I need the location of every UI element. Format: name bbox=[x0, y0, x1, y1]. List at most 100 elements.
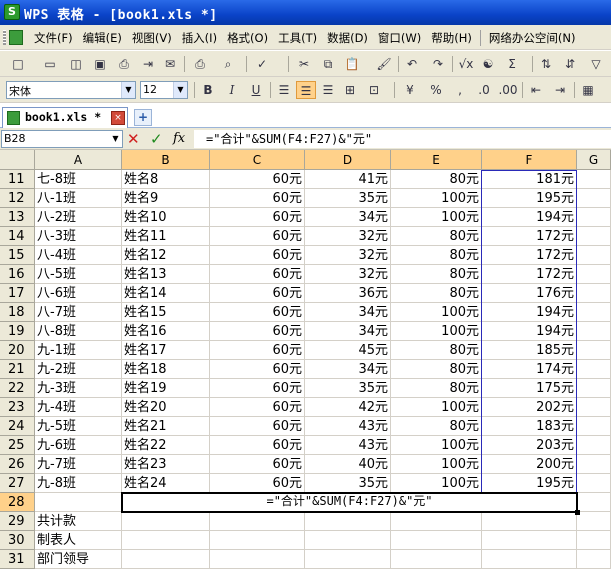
row-header[interactable]: 24 bbox=[0, 417, 35, 436]
menu-item[interactable]: 编辑(E) bbox=[78, 30, 127, 46]
menu-item[interactable]: 帮助(H) bbox=[426, 30, 477, 46]
table-cell[interactable] bbox=[482, 512, 577, 531]
table-cell[interactable]: 194元 bbox=[482, 208, 577, 227]
insert-function-icon[interactable]: √x bbox=[456, 55, 476, 73]
table-cell[interactable] bbox=[391, 512, 482, 531]
table-cell[interactable]: 姓名19 bbox=[122, 379, 210, 398]
table-cell[interactable]: 共计款 bbox=[35, 512, 122, 531]
table-cell[interactable] bbox=[577, 493, 611, 512]
table-cell[interactable]: 姓名13 bbox=[122, 265, 210, 284]
print-icon[interactable]: ⎙ bbox=[114, 55, 134, 73]
export-pdf-icon[interactable]: ⇥ bbox=[138, 55, 158, 73]
table-cell[interactable] bbox=[577, 531, 611, 550]
table-cell[interactable]: 姓名18 bbox=[122, 360, 210, 379]
new-document-icon[interactable]: □ bbox=[8, 55, 28, 73]
sort-ascending-icon[interactable]: ⇅ bbox=[536, 55, 556, 73]
table-cell[interactable] bbox=[210, 550, 305, 569]
table-cell[interactable]: 姓名21 bbox=[122, 417, 210, 436]
table-cell[interactable] bbox=[482, 531, 577, 550]
spell-check-icon[interactable]: ✓ bbox=[252, 55, 272, 73]
table-cell[interactable]: 60元 bbox=[210, 379, 305, 398]
table-cell[interactable]: 姓名15 bbox=[122, 303, 210, 322]
table-cell[interactable] bbox=[577, 550, 611, 569]
borders-icon[interactable]: ⊡ bbox=[364, 81, 384, 99]
table-cell[interactable]: 43元 bbox=[305, 436, 391, 455]
decrease-decimal-icon[interactable]: .00 bbox=[498, 81, 518, 99]
table-cell[interactable]: 九-6班 bbox=[35, 436, 122, 455]
menu-item[interactable]: 格式(O) bbox=[222, 30, 273, 46]
table-cell[interactable]: 姓名24 bbox=[122, 474, 210, 493]
table-cell[interactable]: 100元 bbox=[391, 474, 482, 493]
tab-book1[interactable]: book1.xls * × bbox=[2, 107, 128, 128]
cut-icon[interactable]: ✂ bbox=[294, 55, 314, 73]
table-cell[interactable]: 八-7班 bbox=[35, 303, 122, 322]
row-header[interactable]: 27 bbox=[0, 474, 35, 493]
table-cell[interactable]: 35元 bbox=[305, 379, 391, 398]
redo-icon[interactable]: ↷ bbox=[428, 55, 448, 73]
table-cell[interactable]: 姓名10 bbox=[122, 208, 210, 227]
column-header-g[interactable]: G bbox=[577, 150, 611, 170]
table-cell[interactable] bbox=[210, 531, 305, 550]
table-cell[interactable]: 姓名23 bbox=[122, 455, 210, 474]
table-cell[interactable]: 九-4班 bbox=[35, 398, 122, 417]
table-cell[interactable] bbox=[577, 189, 611, 208]
table-cell[interactable]: 195元 bbox=[482, 474, 577, 493]
table-cell[interactable]: 80元 bbox=[391, 246, 482, 265]
paste-icon[interactable]: 📋 bbox=[342, 55, 362, 73]
table-cell[interactable]: 203元 bbox=[482, 436, 577, 455]
table-cell[interactable]: 60元 bbox=[210, 284, 305, 303]
column-header-f[interactable]: F bbox=[482, 150, 577, 170]
table-cell[interactable]: 183元 bbox=[482, 417, 577, 436]
align-left-icon[interactable]: ☰ bbox=[274, 81, 294, 99]
table-cell[interactable] bbox=[577, 246, 611, 265]
table-cell[interactable] bbox=[577, 379, 611, 398]
table-cell[interactable]: 100元 bbox=[391, 189, 482, 208]
table-cell[interactable] bbox=[305, 550, 391, 569]
row-header[interactable]: 19 bbox=[0, 322, 35, 341]
table-cell[interactable]: 八-5班 bbox=[35, 265, 122, 284]
table-cell[interactable]: 九-2班 bbox=[35, 360, 122, 379]
document-icon[interactable] bbox=[9, 30, 23, 45]
table-cell[interactable]: 172元 bbox=[482, 227, 577, 246]
increase-indent-icon[interactable]: ⇥ bbox=[550, 81, 570, 99]
table-cell[interactable]: 60元 bbox=[210, 398, 305, 417]
chevron-down-icon[interactable]: ▼ bbox=[109, 131, 122, 147]
close-tab-icon[interactable]: × bbox=[111, 111, 125, 125]
table-cell[interactable] bbox=[577, 227, 611, 246]
table-cell[interactable]: 姓名11 bbox=[122, 227, 210, 246]
table-cell[interactable]: 40元 bbox=[305, 455, 391, 474]
table-cell[interactable] bbox=[577, 436, 611, 455]
font-name-select[interactable]: 宋体 ▼ bbox=[6, 81, 136, 99]
table-cell[interactable] bbox=[482, 550, 577, 569]
bold-button[interactable]: B bbox=[198, 81, 218, 99]
table-cell[interactable]: 176元 bbox=[482, 284, 577, 303]
table-cell[interactable]: 35元 bbox=[305, 189, 391, 208]
table-cell[interactable] bbox=[577, 512, 611, 531]
table-cell[interactable]: 41元 bbox=[305, 170, 391, 189]
table-cell[interactable]: 194元 bbox=[482, 322, 577, 341]
table-cell[interactable] bbox=[577, 322, 611, 341]
table-cell[interactable]: 80元 bbox=[391, 341, 482, 360]
fill-color-icon[interactable]: ▦ bbox=[578, 81, 598, 99]
spreadsheet-grid[interactable]: A B C D E F G 11 七-8班 姓名8 60元 41元 80元 181元 12 八-1班 姓名9 60… bbox=[0, 150, 611, 570]
row-header[interactable]: 20 bbox=[0, 341, 35, 360]
copy-icon[interactable]: ⧉ bbox=[318, 55, 338, 73]
toolbar-grip-icon[interactable] bbox=[3, 30, 6, 45]
table-cell[interactable]: 194元 bbox=[482, 303, 577, 322]
merge-center-icon[interactable]: ⊞ bbox=[340, 81, 360, 99]
row-header[interactable]: 13 bbox=[0, 208, 35, 227]
print-preview-icon[interactable]: ⎙ bbox=[190, 55, 210, 73]
table-cell[interactable]: 60元 bbox=[210, 208, 305, 227]
table-cell[interactable] bbox=[210, 512, 305, 531]
table-cell[interactable]: 姓名16 bbox=[122, 322, 210, 341]
table-cell[interactable] bbox=[577, 265, 611, 284]
row-header[interactable]: 16 bbox=[0, 265, 35, 284]
table-cell[interactable]: 60元 bbox=[210, 303, 305, 322]
table-cell[interactable]: 九-8班 bbox=[35, 474, 122, 493]
name-box[interactable]: B28 ▼ bbox=[1, 130, 123, 148]
table-cell[interactable]: 80元 bbox=[391, 379, 482, 398]
table-cell[interactable]: 172元 bbox=[482, 265, 577, 284]
table-cell[interactable]: 60元 bbox=[210, 265, 305, 284]
table-cell[interactable]: 34元 bbox=[305, 322, 391, 341]
table-cell[interactable]: 姓名9 bbox=[122, 189, 210, 208]
